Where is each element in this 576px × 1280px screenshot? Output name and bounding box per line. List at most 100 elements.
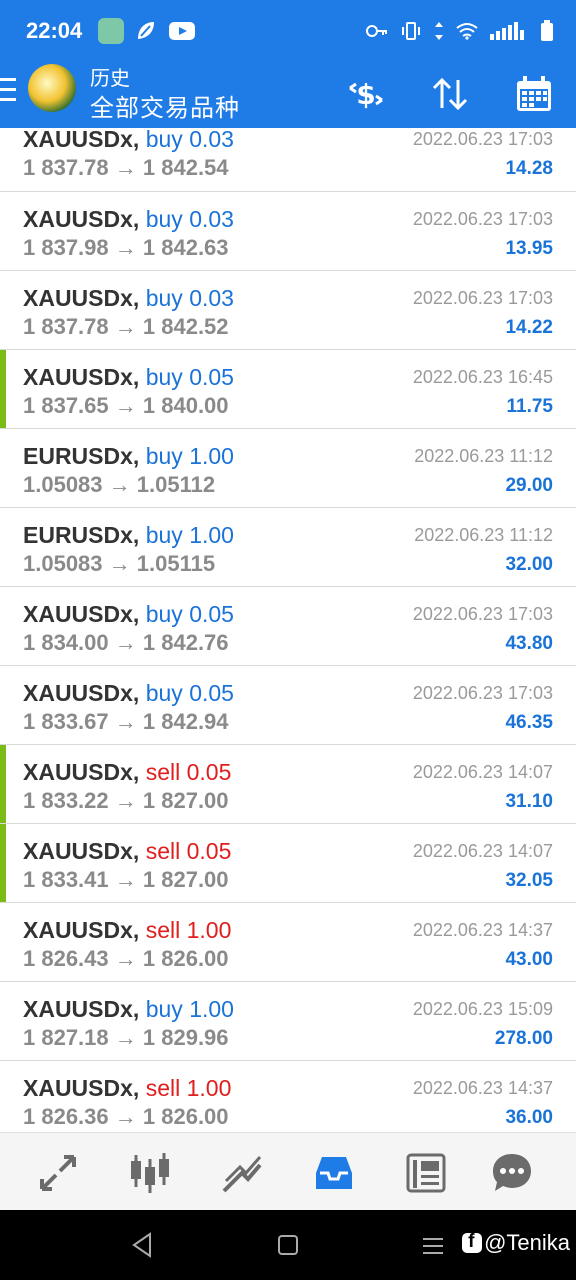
close-price: 1 827.00 [142,788,229,813]
home-icon[interactable] [277,1234,299,1256]
open-price: 1.05083 [23,551,103,576]
arrow: → [114,630,137,655]
arrow: → [114,314,137,339]
menu-icon[interactable] [0,78,18,104]
trade-symbol: XAUUSDx, buy 0.05 [23,680,234,706]
trade-symbol: XAUUSDx, buy 0.03 [23,206,234,232]
system-nav-bar: @Tenika [0,1210,576,1280]
recents-icon[interactable] [422,1236,444,1256]
trade-type: buy 0.05 [145,364,234,390]
trade-type: buy 0.03 [145,206,234,232]
close-price: 1 842.54 [142,155,229,180]
trade-row[interactable]: XAUUSDx, buy 0.03 1 837.98 → 1 842.63 2022… [0,192,576,271]
trade-symbol: XAUUSDx, buy 0.05 [23,601,234,627]
trade-row[interactable]: XAUUSDx, sell 0.05 1 833.41 → 1 827.00 202… [0,824,576,903]
sort-arrows-icon[interactable] [430,74,470,114]
trade-date: 2022.06.23 17:03 [412,129,553,149]
status-icons [366,20,554,42]
arrow: → [114,709,137,734]
key-icon [366,25,387,37]
watermark-text: @Tenika [484,1230,570,1255]
trade-prices: 1 826.36 → 1 826.00 [23,1104,229,1130]
trade-type: buy 0.05 [145,680,234,706]
wifi-icon [456,23,478,40]
arrow: → [114,235,137,260]
trade-type: buy 1.00 [145,522,234,548]
trade-row[interactable]: XAUUSDx, buy 0.05 1 837.65 → 1 840.00 2022… [0,350,576,429]
trade-profit: 278.00 [494,1028,553,1049]
trade-type: buy 1.00 [145,996,234,1022]
trade-date: 2022.06.23 17:03 [412,209,553,229]
trade-row[interactable]: EURUSDx, buy 1.00 1.05083 → 1.05112 2022.0… [0,429,576,508]
arrow: → [114,788,137,813]
youtube-app-icon [168,18,195,44]
trade-symbol: XAUUSDx, sell 1.00 [23,917,232,943]
arrow: → [114,1104,137,1129]
arrow: → [114,867,137,892]
arrow: → [114,393,137,418]
trade-row[interactable]: XAUUSDx, buy 1.00 1 827.18 → 1 829.96 2022… [0,982,576,1061]
open-price: 1.05083 [23,472,103,497]
trade-row[interactable]: XAUUSDx, sell 1.00 1 826.43 → 1 826.00 202… [0,903,576,982]
trade-prices: 1 833.67 → 1 842.94 [23,709,229,735]
trade-date: 2022.06.23 14:37 [412,1078,553,1098]
trade-row[interactable]: XAUUSDx, buy 0.05 1 833.67 → 1 842.94 2022… [0,666,576,745]
metatrader-logo [28,64,76,112]
trade-symbol: XAUUSDx, sell 1.00 [23,1075,232,1101]
trade-profit: 29.00 [505,475,553,496]
trade-row[interactable]: XAUUSDx, sell 1.00 1 826.36 → 1 826.00 202… [0,1061,576,1132]
trade-profit: 46.35 [505,712,553,733]
trade-prices: 1 833.22 → 1 827.00 [23,788,229,814]
trade-prices: 1 834.00 → 1 842.76 [23,630,229,656]
close-price: 1 826.00 [142,1104,229,1129]
trade-row[interactable]: XAUUSDx, sell 0.05 1 833.22 → 1 827.00 202… [0,745,576,824]
trade-profit: 43.80 [505,633,553,654]
candlestick-icon[interactable] [128,1151,172,1195]
calendar-icon[interactable] [514,74,554,114]
trade-date: 2022.06.23 14:07 [412,841,553,861]
vibrate-icon [402,22,420,40]
trend-line-icon[interactable] [220,1151,264,1195]
trade-row[interactable]: EURUSDx, buy 1.00 1.05083 → 1.05115 2022.0… [0,508,576,587]
bottom-tab-bar [0,1132,576,1211]
trade-symbol: XAUUSDx, buy 0.03 [23,285,234,311]
trade-row[interactable]: XAUUSDx, buy 0.05 1 834.00 → 1 842.76 2022… [0,587,576,666]
status-bar: 22:04 [0,0,576,62]
symbol-filter[interactable]: 全部交易品种 [90,88,240,123]
trade-row[interactable]: XAUUSDx, buy 0.03 1 837.78 → 1 842.54 2022… [0,128,576,192]
arrow: → [114,155,137,180]
trade-prices: 1.05083 → 1.05115 [23,551,215,577]
chat-bubble-icon[interactable] [490,1151,534,1195]
trade-profit: 13.95 [505,238,553,259]
inbox-tray-icon[interactable] [312,1151,356,1195]
trade-type: buy 0.03 [145,285,234,311]
status-time: 22:04 [26,18,83,43]
page-title: 历史 [90,68,130,90]
open-price: 1 833.41 [23,867,109,892]
back-icon[interactable] [130,1232,154,1258]
trade-type: sell 1.00 [145,1075,232,1101]
trade-type: buy 0.03 [145,128,234,152]
trade-prices: 1 837.78 → 1 842.52 [23,314,229,340]
close-price: 1 829.96 [142,1025,229,1050]
calculator-app-icon [98,18,124,44]
trade-date: 2022.06.23 15:09 [412,999,553,1019]
close-price: 1 842.52 [142,314,229,339]
deposit-dollar-icon[interactable]: $ [346,74,386,114]
row-marker [0,350,6,428]
trade-type: sell 0.05 [145,759,232,785]
trade-profit: 14.22 [505,317,553,338]
open-price: 1 834.00 [23,630,109,655]
close-price: 1 842.63 [142,235,229,260]
newspaper-icon[interactable] [404,1151,448,1195]
trade-history-list[interactable]: XAUUSDx, buy 0.03 1 837.78 → 1 842.54 2022… [0,128,576,1132]
signal-icon [490,22,524,40]
trade-profit: 36.00 [505,1107,553,1128]
trade-row[interactable]: XAUUSDx, buy 0.03 1 837.78 → 1 842.52 2022… [0,271,576,350]
open-price: 1 833.22 [23,788,109,813]
battery-icon [541,20,553,41]
quotes-arrows-icon[interactable] [36,1151,80,1195]
trade-symbol: EURUSDx, buy 1.00 [23,522,234,548]
trade-type: buy 1.00 [145,443,234,469]
watermark: @Tenika [462,1230,570,1256]
